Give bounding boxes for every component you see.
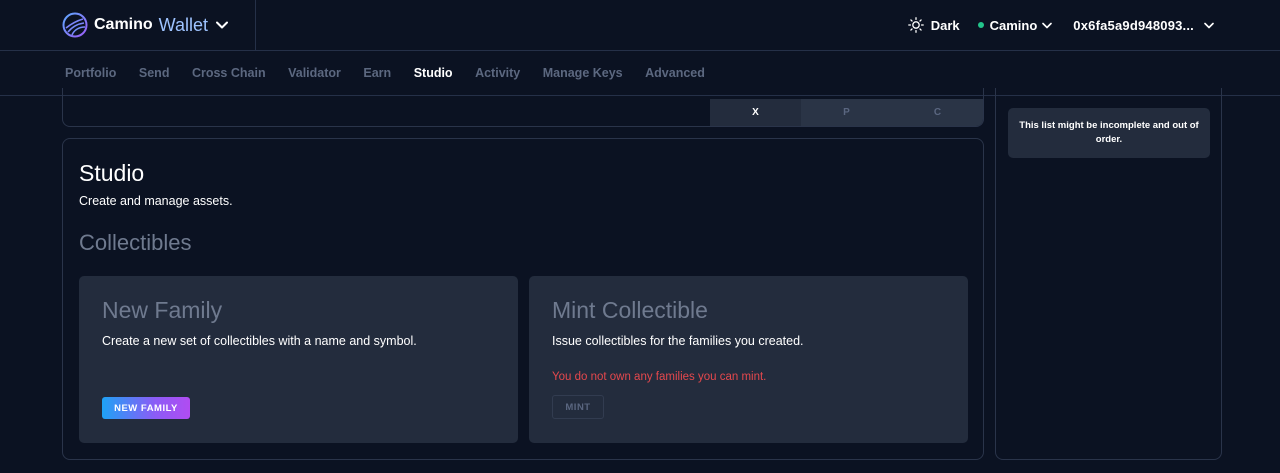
nav-item-manage-keys[interactable]: Manage Keys bbox=[543, 66, 623, 80]
brand-name: Camino bbox=[94, 16, 153, 33]
network-label: Camino bbox=[989, 17, 1038, 33]
wallet-switcher[interactable]: Camino Wallet bbox=[62, 11, 229, 39]
tile-description: Issue collectibles for the families you … bbox=[552, 334, 804, 348]
header-controls: Dark Camino 0x6fa5a9d948093... bbox=[907, 0, 1214, 50]
new-family-tile: New Family Create a new set of collectib… bbox=[79, 276, 518, 443]
incomplete-list-notice: This list might be incomplete and out of… bbox=[1008, 108, 1210, 158]
nav-item-earn[interactable]: Earn bbox=[363, 66, 391, 80]
mint-button[interactable]: MINT bbox=[552, 395, 604, 419]
brand-product: Wallet bbox=[158, 14, 209, 35]
network-selector[interactable]: Camino bbox=[977, 17, 1053, 33]
tile-description: Create a new set of collectibles with a … bbox=[102, 334, 417, 348]
nav-item-cross-chain[interactable]: Cross Chain bbox=[192, 66, 266, 80]
studio-card: Studio Create and manage assets. Collect… bbox=[62, 138, 984, 460]
section-title: Collectibles bbox=[79, 230, 192, 255]
chain-tab-p[interactable]: P bbox=[801, 99, 892, 126]
nav-item-advanced[interactable]: Advanced bbox=[645, 66, 705, 80]
account-address: 0x6fa5a9d948093... bbox=[1073, 17, 1194, 33]
sun-icon bbox=[907, 17, 924, 33]
chain-tab-x[interactable]: X bbox=[710, 99, 801, 126]
page-subtitle: Create and manage assets. bbox=[79, 194, 233, 208]
new-family-button[interactable]: NEW FAMILY bbox=[102, 397, 190, 419]
nav-item-send[interactable]: Send bbox=[139, 66, 170, 80]
top-bar: Camino Wallet Dark Camino 0x6fa5a9d94809… bbox=[0, 0, 1280, 51]
side-panel: This list might be incomplete and out of… bbox=[995, 88, 1222, 460]
chevron-down-icon bbox=[1204, 22, 1214, 28]
page-title: Studio bbox=[79, 160, 145, 186]
account-selector[interactable]: 0x6fa5a9d948093... bbox=[1073, 18, 1214, 33]
nav-item-activity[interactable]: Activity bbox=[475, 66, 520, 80]
nav-item-portfolio[interactable]: Portfolio bbox=[65, 66, 116, 80]
no-families-warning: You do not own any families you can mint… bbox=[552, 371, 767, 383]
chevron-down-icon bbox=[216, 21, 229, 29]
camino-logo-icon bbox=[62, 12, 88, 38]
nav-item-validator[interactable]: Validator bbox=[288, 66, 341, 80]
theme-label: Dark bbox=[930, 17, 960, 33]
chain-switcher: X P C bbox=[710, 99, 983, 126]
balance-card: X P C bbox=[62, 88, 984, 127]
mint-collectible-tile: Mint Collectible Issue collectibles for … bbox=[529, 276, 968, 443]
nav-item-studio[interactable]: Studio bbox=[414, 66, 453, 80]
chevron-down-icon bbox=[1042, 22, 1053, 28]
network-status-dot bbox=[977, 22, 984, 28]
theme-toggle[interactable]: Dark bbox=[907, 17, 960, 33]
divider bbox=[255, 0, 256, 51]
chain-tab-c[interactable]: C bbox=[892, 99, 983, 126]
tile-title: Mint Collectible bbox=[552, 297, 708, 323]
tile-title: New Family bbox=[102, 297, 223, 323]
